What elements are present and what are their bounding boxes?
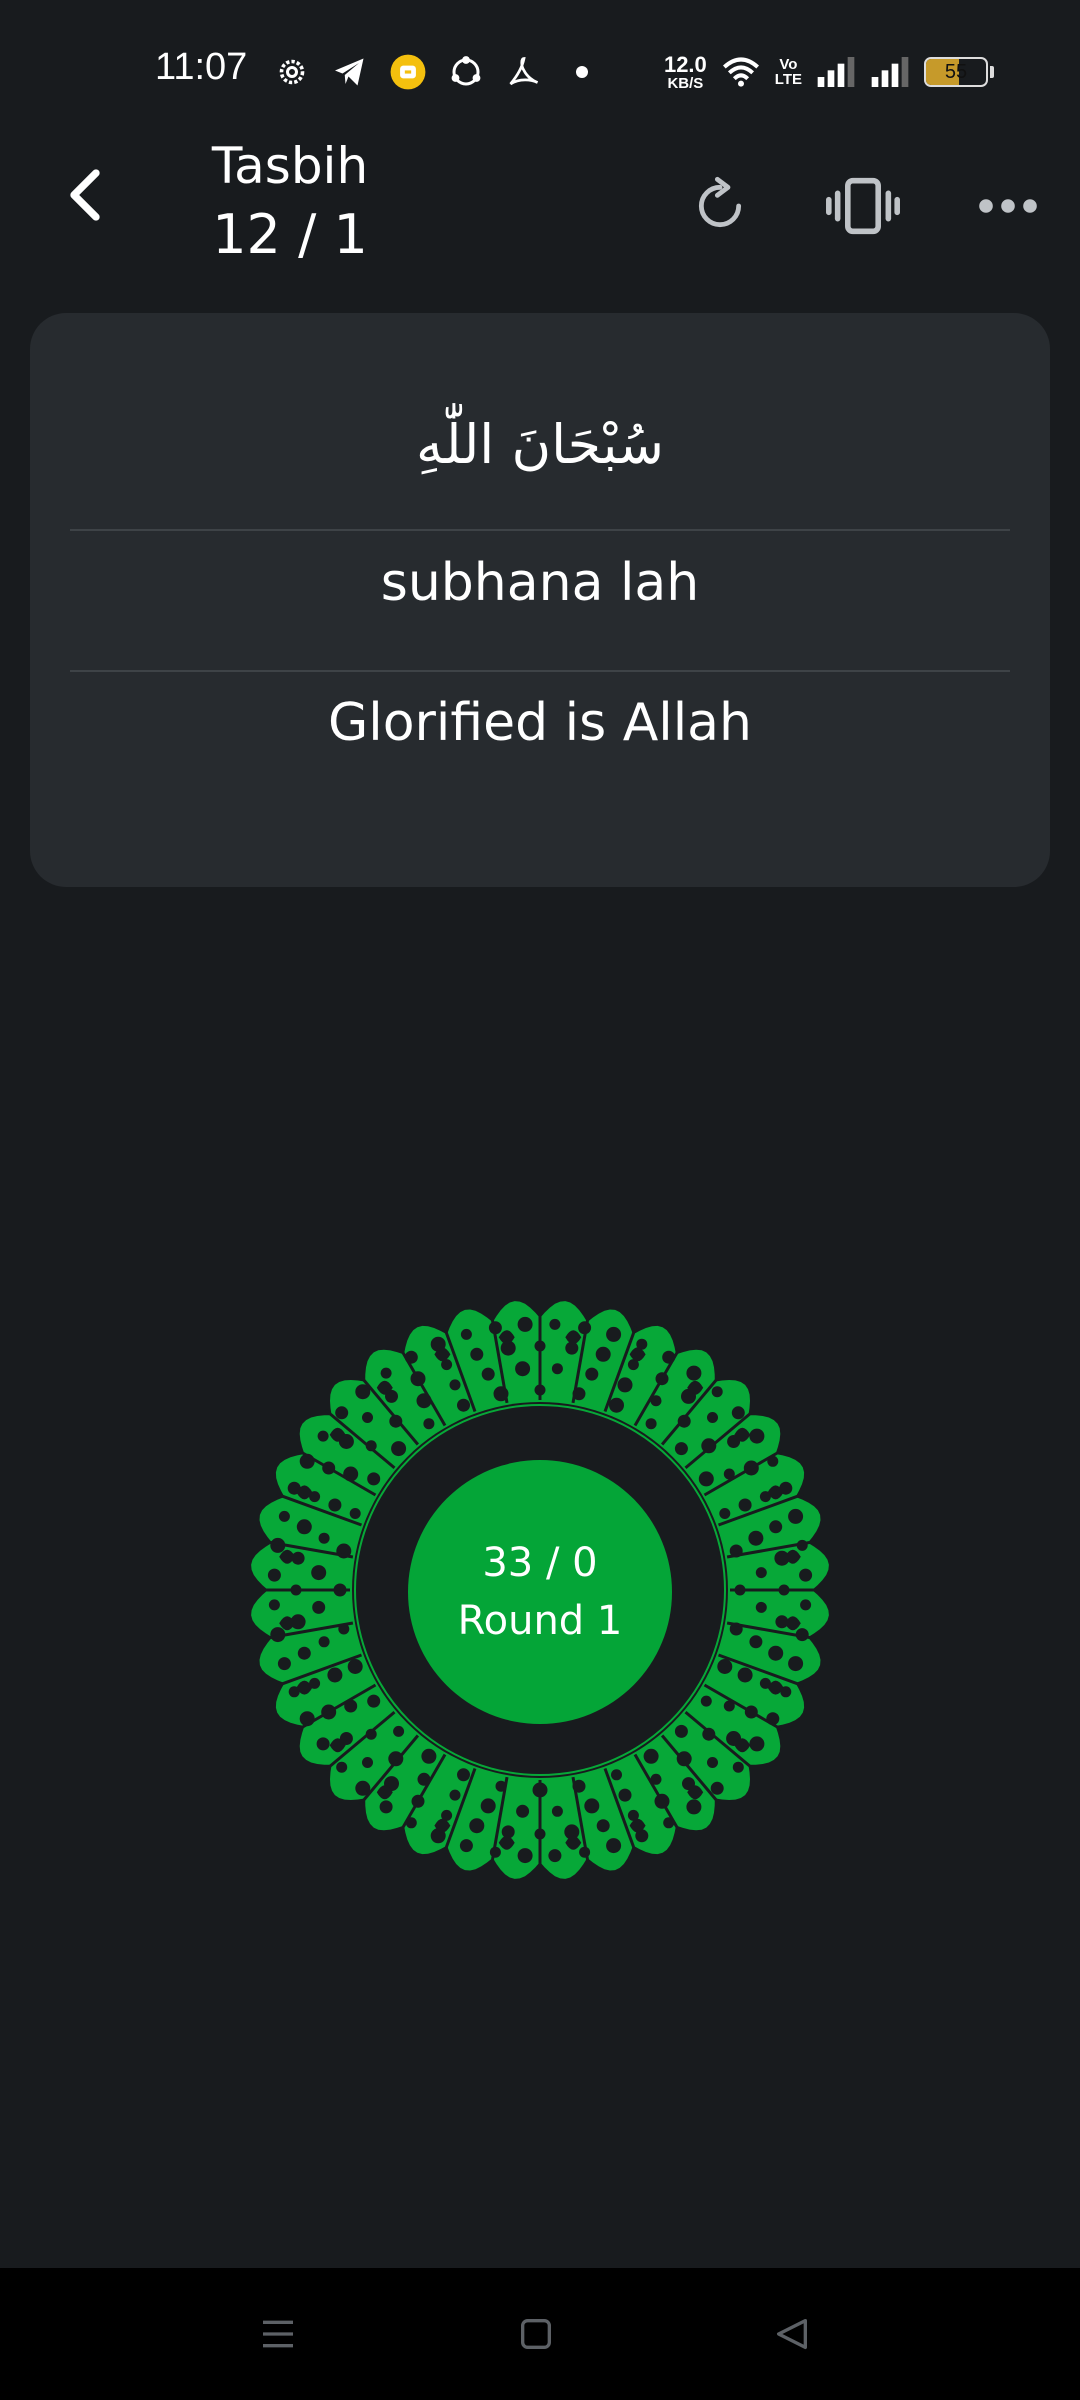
net-speed-unit: KB/S bbox=[667, 74, 704, 92]
divider bbox=[70, 670, 1010, 672]
page-title: Tasbih bbox=[211, 137, 369, 195]
round-label: Round 1 bbox=[457, 1598, 623, 1644]
more-options-button[interactable] bbox=[968, 166, 1048, 246]
back-icon bbox=[70, 169, 100, 221]
volte-badge: Vo LTE bbox=[775, 57, 802, 87]
vibrate-icon bbox=[826, 177, 900, 235]
nav-home-button[interactable] bbox=[504, 2302, 568, 2366]
dhikr-transliteration: subhana lah bbox=[380, 553, 700, 613]
status-time: 11:07 bbox=[155, 46, 248, 88]
status-icons-left bbox=[272, 50, 602, 94]
dot-icon bbox=[562, 52, 602, 92]
pdf-reader-icon bbox=[504, 52, 544, 92]
reset-button[interactable] bbox=[680, 166, 760, 246]
dhikr-card: سُبْحَانَ اللّٰهِ subhana lah Glorified … bbox=[30, 313, 1050, 887]
signal-icon bbox=[870, 52, 910, 92]
count-button[interactable]: 33 / 0 Round 1 bbox=[408, 1460, 672, 1724]
menu-icon bbox=[263, 2320, 293, 2348]
battery-level: 55 bbox=[944, 60, 968, 83]
divider bbox=[70, 529, 1010, 531]
battery-icon: 55 bbox=[924, 57, 988, 87]
battery-tip bbox=[990, 66, 994, 78]
back-button[interactable] bbox=[50, 160, 120, 230]
settings-gear-icon bbox=[272, 52, 312, 92]
dhikr-arabic: سُبْحَانَ اللّٰهِ bbox=[416, 413, 664, 476]
reset-icon bbox=[698, 176, 742, 228]
count-value: 33 / 0 bbox=[482, 1540, 598, 1586]
nav-recents-button[interactable] bbox=[246, 2302, 310, 2366]
vibrate-button[interactable] bbox=[823, 166, 903, 246]
net-speed-value: 12.0 bbox=[663, 51, 707, 77]
net-speed: 12.0 KB/S bbox=[663, 51, 707, 92]
wifi-icon bbox=[721, 52, 761, 92]
system-nav-bar bbox=[0, 2268, 1080, 2400]
share-it-icon bbox=[446, 52, 486, 92]
status-icons-right: 12.0 KB/S Vo LTE 55 bbox=[664, 50, 994, 94]
more-icon bbox=[979, 199, 1037, 213]
notification-app-icon bbox=[388, 52, 428, 92]
back-triangle-icon bbox=[777, 2319, 807, 2349]
header-counter: 12 / 1 bbox=[212, 203, 368, 266]
telegram-icon bbox=[330, 52, 370, 92]
nav-back-button[interactable] bbox=[760, 2302, 824, 2366]
home-icon bbox=[521, 2319, 551, 2349]
app-header: Tasbih 12 / 1 bbox=[0, 130, 1080, 280]
volte-bottom: LTE bbox=[774, 71, 802, 88]
status-bar: 11:07 12.0 KB/S Vo LTE 55 bbox=[0, 0, 1080, 130]
title-block: Tasbih 12 / 1 bbox=[160, 132, 420, 270]
dhikr-meaning: Glorified is Allah bbox=[327, 693, 753, 753]
tasbih-screen: 11:07 12.0 KB/S Vo LTE 55 Tasbih 12 / 1 … bbox=[0, 0, 1080, 2400]
signal-icon bbox=[816, 52, 856, 92]
